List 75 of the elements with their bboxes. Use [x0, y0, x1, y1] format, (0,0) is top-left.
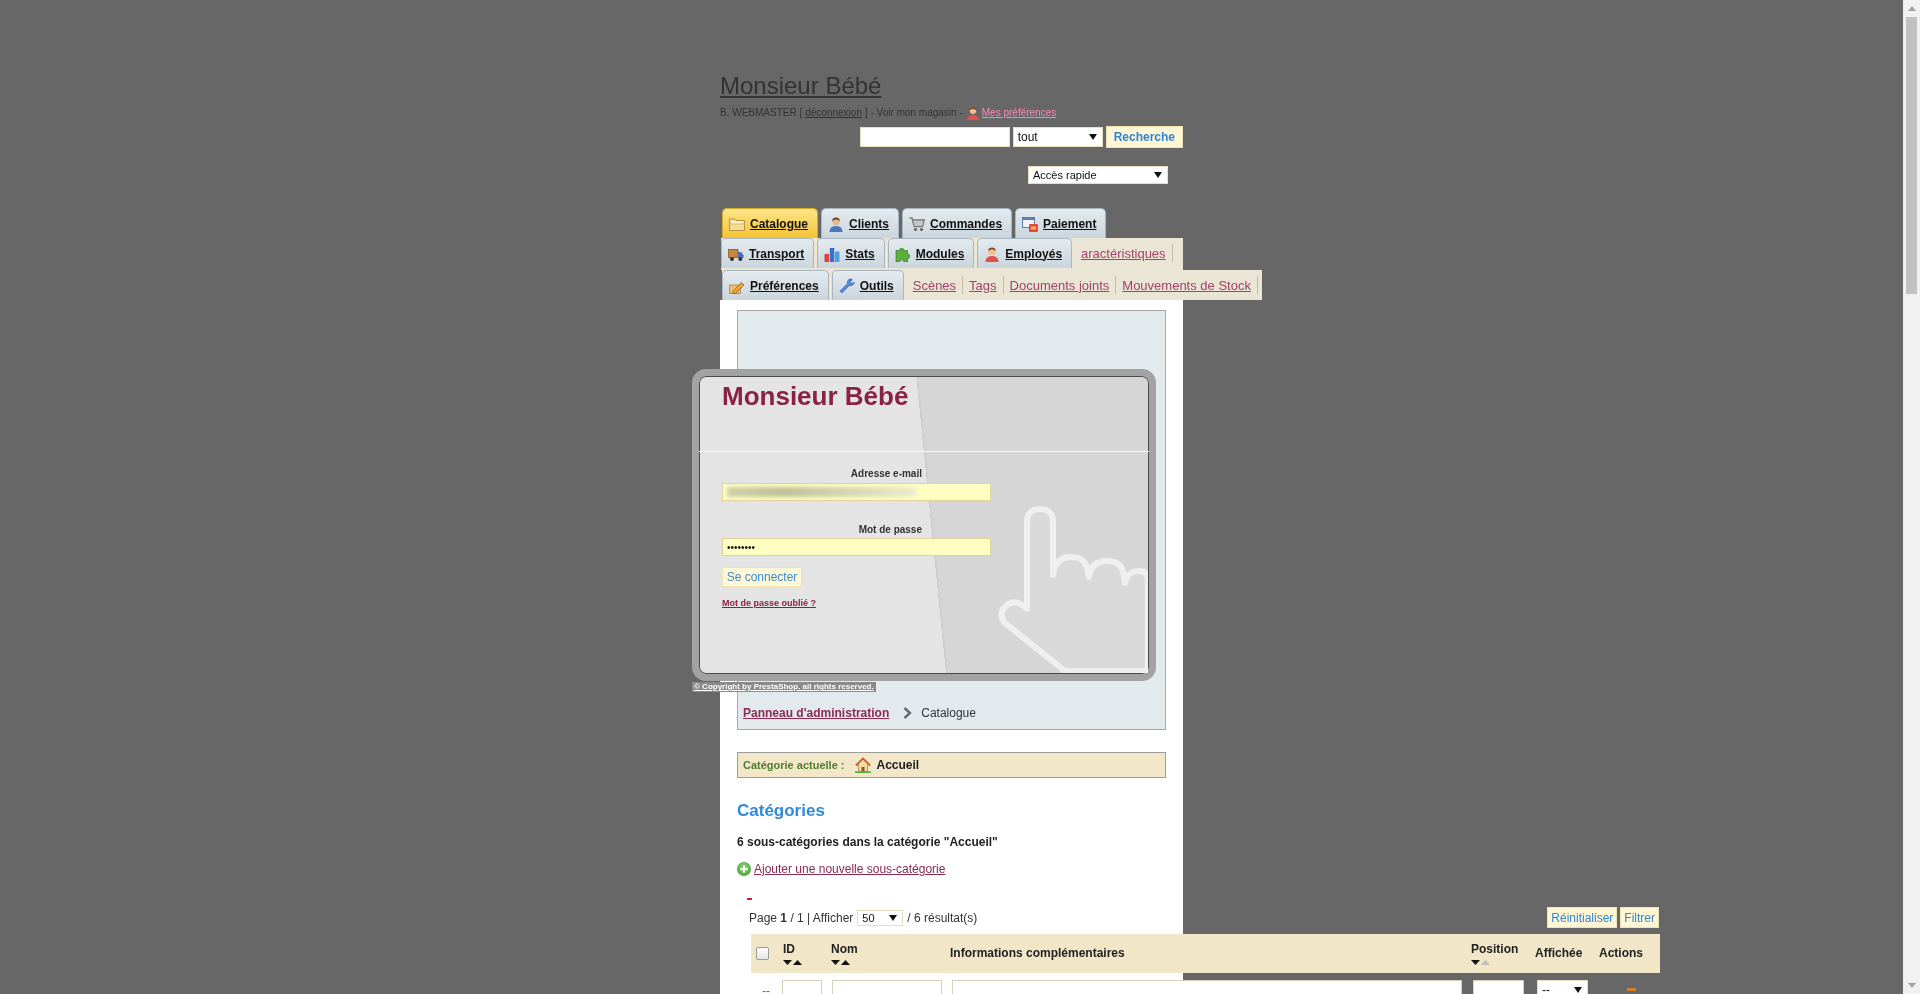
- tab[interactable]: Paiement: [1015, 208, 1107, 238]
- column-header: ID: [783, 942, 795, 957]
- card-icon: [1022, 215, 1039, 232]
- breadcrumb-link[interactable]: Panneau d'administration: [743, 705, 890, 721]
- email-field[interactable]: [722, 483, 991, 501]
- breadcrumb-current: Catalogue: [921, 705, 976, 721]
- login-button[interactable]: Se connecter: [722, 567, 802, 587]
- cart-icon: [909, 215, 926, 232]
- tab[interactable]: Stats: [817, 238, 885, 268]
- field-label: Mot de passe: [858, 524, 922, 535]
- result-count-text: / 6 résultat(s): [907, 910, 978, 925]
- forgot-password-link[interactable]: Mot de passe oublié ?: [722, 597, 816, 609]
- person-icon: [984, 245, 1001, 262]
- add-subcategory-link[interactable]: Ajouter une nouvelle sous-catégorie: [737, 861, 946, 877]
- sort-ascending-icon[interactable]: [793, 960, 802, 965]
- chevron-icon: [903, 707, 913, 719]
- tab[interactable]: Préférences: [722, 270, 829, 300]
- section-title: Catégories: [737, 800, 825, 822]
- submenu-link[interactable]: Tags: [963, 277, 1003, 293]
- tab[interactable]: Catalogue: [722, 208, 818, 238]
- caret-icon: [1574, 987, 1582, 993]
- reset-button[interactable]: Réinitialiser: [1547, 907, 1618, 928]
- password-field[interactable]: ••••••••: [722, 538, 991, 556]
- dash-mark: [747, 898, 752, 900]
- sort-descending-icon[interactable]: [1471, 960, 1480, 965]
- tab[interactable]: Commandes: [902, 208, 1013, 238]
- sort-descending-icon[interactable]: [831, 960, 840, 965]
- caret-icon: [1154, 172, 1162, 178]
- tab[interactable]: Modules: [887, 238, 975, 268]
- wrench-icon: [838, 277, 855, 294]
- scrollbar-track[interactable]: [1903, 0, 1920, 994]
- submenu-link[interactable]: Documents joints: [1003, 277, 1116, 293]
- pagination-text: Page 1 / 1 | Afficher: [749, 910, 854, 925]
- current-category-label: Catégorie actuelle :: [743, 759, 845, 771]
- submenu-link[interactable]: Mouvements de Stock: [1116, 277, 1257, 293]
- caret-icon: [889, 914, 898, 921]
- column-header: Position: [1471, 942, 1519, 957]
- search-field[interactable]: [859, 127, 1010, 147]
- tab[interactable]: Employés: [977, 238, 1073, 268]
- copyright-text: © Copyright by PrestaShop. all rights reserved.: [692, 682, 876, 692]
- person-icon: [965, 106, 980, 120]
- filter-dash-text: --: [762, 983, 770, 994]
- column-header: Informations complémentaires: [950, 946, 1125, 961]
- filter-select[interactable]: --: [1537, 980, 1588, 994]
- search-scope-select[interactable]: tout: [1012, 127, 1103, 147]
- submenu-link[interactable]: aractéristiques: [1075, 245, 1172, 261]
- field-label: Adresse e-mail: [850, 468, 922, 479]
- scroll-down-icon[interactable]: [1907, 983, 1916, 988]
- submenu-link[interactable]: Scènes: [906, 277, 963, 293]
- scrollbar-thumb[interactable]: [1906, 17, 1917, 294]
- column-header: Actions: [1599, 946, 1643, 961]
- caret-icon: [1088, 134, 1097, 140]
- folder-icon: [729, 215, 745, 232]
- puzzle-icon: [894, 245, 911, 262]
- tab[interactable]: Clients: [821, 208, 900, 238]
- column-header: Nom: [831, 942, 858, 957]
- action-icon: [1627, 988, 1636, 991]
- quick-access-select[interactable]: Accès rapide: [1028, 166, 1168, 184]
- bar-chart-icon: [824, 245, 841, 262]
- tab[interactable]: Transport: [721, 238, 815, 268]
- house-icon: [854, 757, 873, 773]
- subcategory-count-text: 6 sous-catégories dans la catégorie "Accueil": [737, 834, 998, 850]
- filter-button[interactable]: Filtrer: [1620, 907, 1659, 928]
- scroll-up-icon[interactable]: [1907, 6, 1916, 11]
- sort-descending-icon[interactable]: [783, 960, 792, 965]
- plus-circle-icon: [737, 862, 751, 876]
- tab[interactable]: Outils: [831, 270, 904, 300]
- column-header: Affichée: [1535, 946, 1583, 961]
- select-all-checkbox[interactable]: [756, 947, 769, 960]
- current-category-name: Accueil: [876, 758, 920, 772]
- sort-ascending-icon[interactable]: [841, 960, 850, 965]
- per-page-select[interactable]: 50: [857, 909, 904, 926]
- person-icon: [828, 215, 844, 232]
- login-title: Monsieur Bébé: [722, 381, 909, 411]
- search-button[interactable]: Recherche: [1105, 126, 1183, 148]
